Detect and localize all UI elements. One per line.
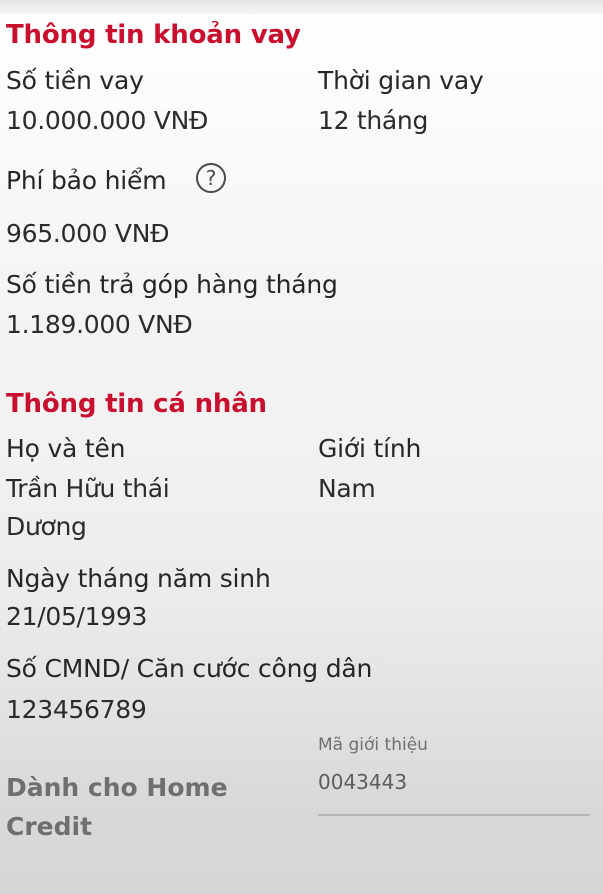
monthly-installment-value: 1.189.000 VNĐ: [6, 310, 193, 339]
insurance-fee-label: Phí bảo hiểm: [6, 166, 167, 195]
referral-code-label: Mã giới thiệu: [318, 735, 428, 755]
insurance-fee-value: 965.000 VNĐ: [6, 219, 170, 248]
cropped-header-text: [0, 0, 603, 14]
loan-info-section-title: Thông tin khoản vay: [6, 20, 301, 50]
date-of-birth-value: 21/05/1993: [6, 602, 148, 631]
national-id-label: Số CMND/ Căn cước công dân: [6, 654, 373, 683]
referral-code-underline: [318, 814, 590, 816]
loan-amount-label: Số tiền vay: [6, 66, 144, 95]
gender-label: Giới tính: [318, 434, 422, 463]
loan-amount-value: 10.000.000 VNĐ: [6, 106, 209, 135]
full-name-value-line1: Trần Hữu thái: [6, 474, 170, 503]
gender-value: Nam: [318, 474, 376, 503]
date-of-birth-label: Ngày tháng năm sinh: [6, 564, 271, 593]
personal-info-section-title: Thông tin cá nhân: [6, 389, 267, 419]
full-name-label: Họ và tên: [6, 434, 126, 463]
question-circle-icon[interactable]: ?: [196, 163, 226, 193]
loan-term-value: 12 tháng: [318, 106, 429, 135]
full-name-value-line2: Dương: [6, 512, 87, 541]
national-id-value: 123456789: [6, 695, 147, 724]
referral-code-input[interactable]: 0043443: [318, 772, 407, 792]
home-credit-label-line1: Dành cho Home: [6, 773, 228, 802]
monthly-installment-label: Số tiền trả góp hàng tháng: [6, 270, 338, 299]
loan-term-label: Thời gian vay: [318, 66, 484, 95]
home-credit-label-line2: Credit: [6, 812, 93, 841]
